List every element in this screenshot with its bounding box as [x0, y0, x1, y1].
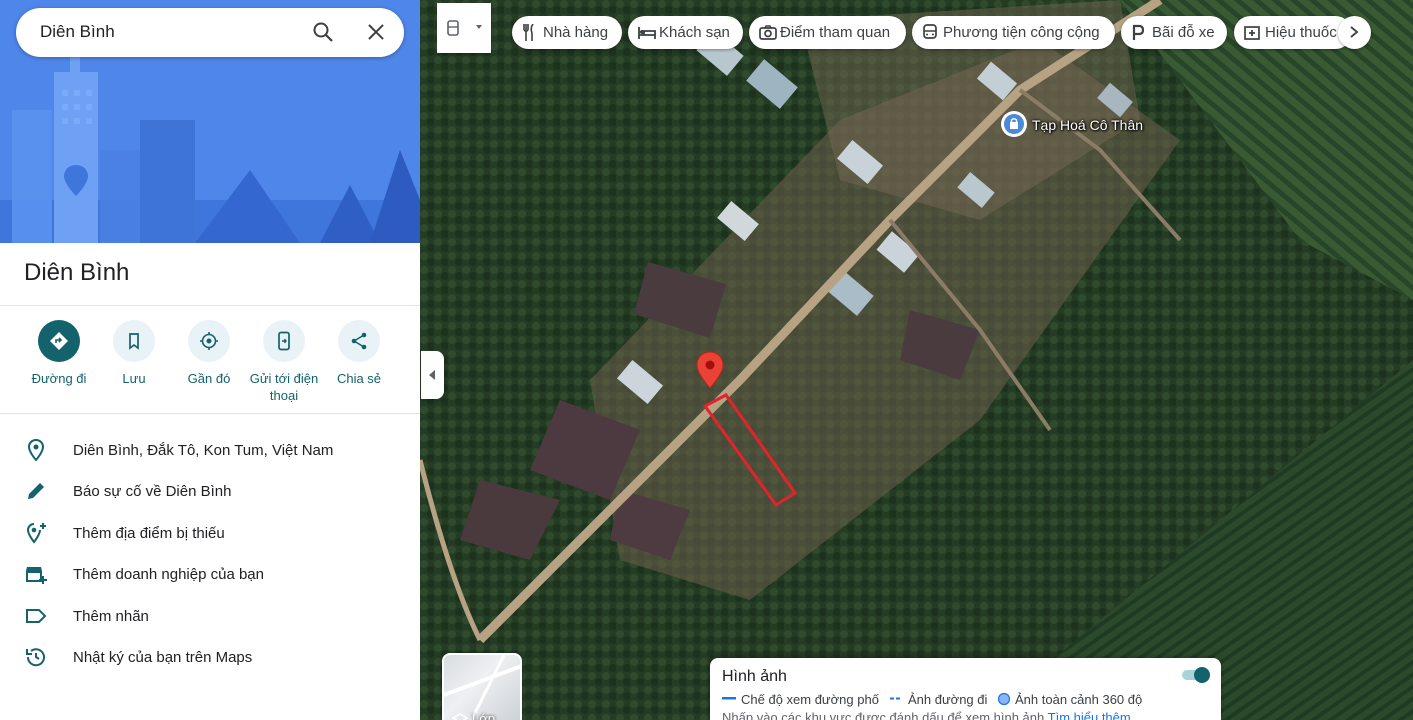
- poi-name: Tạp Hoá Cô Thân: [1032, 117, 1144, 133]
- panorama-dot-icon: [997, 692, 1011, 706]
- label-icon: [26, 608, 47, 623]
- address-row[interactable]: Diên Bình, Đắk Tô, Kon Tum, Việt Nam: [0, 430, 420, 471]
- add-place-icon: [26, 522, 46, 544]
- save-label: Lưu: [122, 371, 146, 386]
- transit-layer-button[interactable]: [437, 3, 491, 53]
- chip-restaurants[interactable]: Nhà hàng: [512, 16, 622, 49]
- legend-route-photo: Ảnh đường đi: [908, 692, 988, 707]
- add-business-row[interactable]: Thêm doanh nghiệp của bạn: [0, 554, 420, 595]
- add-missing-place-text: Thêm địa điểm bị thiếu: [73, 524, 225, 542]
- place-side-panel: Diên Bình Diên Bình Đường đi Lưu Gần đó …: [0, 0, 420, 720]
- maps-history-text: Nhật ký của bạn trên Maps: [73, 648, 253, 666]
- shopping-bag-icon: [1010, 118, 1018, 129]
- satellite-map[interactable]: [420, 0, 1413, 720]
- nearby-label: Gần đó: [187, 371, 231, 386]
- chip-hotels[interactable]: Khách sạn: [628, 16, 743, 49]
- chip-label: Phương tiện công cộng: [943, 24, 1100, 41]
- directions-icon: [50, 332, 68, 350]
- satellite-imagery: [420, 0, 1413, 720]
- send-to-phone-button[interactable]: Gửi tới điện thoại: [246, 320, 322, 404]
- divider: [0, 413, 420, 414]
- add-business-text: Thêm doanh nghiệp của bạn: [73, 566, 264, 584]
- imagery-hint: Nhấp vào các khu vực được đánh dấu để xe…: [722, 710, 1131, 720]
- save-button[interactable]: Lưu: [96, 320, 172, 387]
- parking-icon: [1132, 24, 1145, 40]
- collapse-panel-button[interactable]: [421, 351, 444, 399]
- nearby-icon: [200, 332, 218, 350]
- toggle-switch-icon: [1182, 667, 1210, 683]
- pharmacy-icon: [1244, 26, 1260, 40]
- close-icon[interactable]: [364, 20, 388, 44]
- add-label-text: Thêm nhãn: [73, 607, 149, 625]
- place-title: Diên Bình: [24, 259, 130, 286]
- restaurant-icon: [523, 24, 534, 41]
- imagery-card: Hình ảnh Chế độ xem đường phố Ảnh đường …: [710, 658, 1221, 720]
- location-pin-icon: [27, 438, 45, 462]
- directions-label: Đường đi: [31, 371, 87, 386]
- chip-label: Bãi đỗ xe: [1152, 24, 1215, 41]
- street-view-line-icon: [722, 697, 736, 700]
- layers-icon: [452, 713, 468, 720]
- add-label-row[interactable]: Thêm nhãn: [0, 596, 420, 637]
- share-label: Chia sẻ: [336, 371, 382, 386]
- poi-pin: [1001, 111, 1027, 137]
- history-icon: [26, 648, 45, 667]
- report-issue-text: Báo sự cố về Diên Bình: [73, 483, 232, 501]
- chip-label: Nhà hàng: [543, 24, 609, 41]
- camera-icon: [759, 25, 777, 40]
- legend-360: Ảnh toàn cảnh 360 độ: [1015, 692, 1143, 707]
- search-icon[interactable]: [311, 20, 335, 44]
- send-to-phone-label: Gửi tới điện thoại: [249, 371, 319, 403]
- chip-attractions[interactable]: Điểm tham quan: [749, 16, 906, 49]
- chevron-left-icon: [429, 370, 435, 380]
- phone-icon: [278, 331, 290, 351]
- map-pin-icon: [696, 351, 724, 389]
- imagery-hint-text: Nhấp vào các khu vực được đánh dấu để xe…: [722, 710, 1045, 720]
- share-icon: [351, 332, 367, 350]
- action-buttons: Đường đi Lưu Gần đó Gửi tới điện thoại C…: [0, 320, 420, 410]
- layers-button[interactable]: Lớp: [442, 653, 522, 720]
- imagery-toggle[interactable]: [1180, 666, 1212, 684]
- layers-label: Lớp: [472, 711, 495, 720]
- chips-next-button[interactable]: [1338, 16, 1371, 49]
- learn-more-link[interactable]: Tìm hiểu thêm: [1048, 710, 1131, 720]
- chip-pharmacy[interactable]: Hiệu thuốc: [1234, 16, 1352, 49]
- route-photo-dashed-icon: [890, 697, 900, 700]
- bookmark-icon: [129, 333, 139, 350]
- share-button[interactable]: Chia sẻ: [321, 320, 397, 387]
- search-box[interactable]: Diên Bình: [16, 8, 404, 57]
- legend-street-view: Chế độ xem đường phố: [741, 692, 879, 707]
- chevron-right-icon: [1350, 26, 1359, 38]
- maps-history-row[interactable]: Nhật ký của bạn trên Maps: [0, 637, 420, 678]
- transit-icon: [923, 24, 937, 39]
- chip-label: Khách sạn: [659, 24, 730, 41]
- bus-dropdown-icon: [447, 20, 482, 36]
- place-marker-pin[interactable]: [696, 351, 724, 394]
- chip-parking[interactable]: Bãi đỗ xe: [1121, 16, 1227, 49]
- address-text: Diên Bình, Đắk Tô, Kon Tum, Việt Nam: [73, 442, 334, 459]
- report-issue-row[interactable]: Báo sự cố về Diên Bình: [0, 471, 420, 512]
- chip-label: Hiệu thuốc: [1265, 24, 1337, 41]
- hotel-icon: [638, 27, 656, 39]
- divider: [0, 305, 420, 306]
- add-business-icon: [26, 567, 47, 585]
- info-list: Diên Bình, Đắk Tô, Kon Tum, Việt Nam Báo…: [0, 430, 420, 678]
- pencil-icon: [28, 483, 44, 500]
- nearby-button[interactable]: Gần đó: [171, 320, 247, 387]
- search-input[interactable]: Diên Bình: [40, 22, 115, 42]
- add-missing-place-row[interactable]: Thêm địa điểm bị thiếu: [0, 513, 420, 554]
- directions-button[interactable]: Đường đi: [21, 320, 97, 387]
- chip-transit[interactable]: Phương tiện công cộng: [912, 16, 1115, 49]
- chip-label: Điểm tham quan: [780, 24, 891, 41]
- imagery-title: Hình ảnh: [722, 668, 787, 685]
